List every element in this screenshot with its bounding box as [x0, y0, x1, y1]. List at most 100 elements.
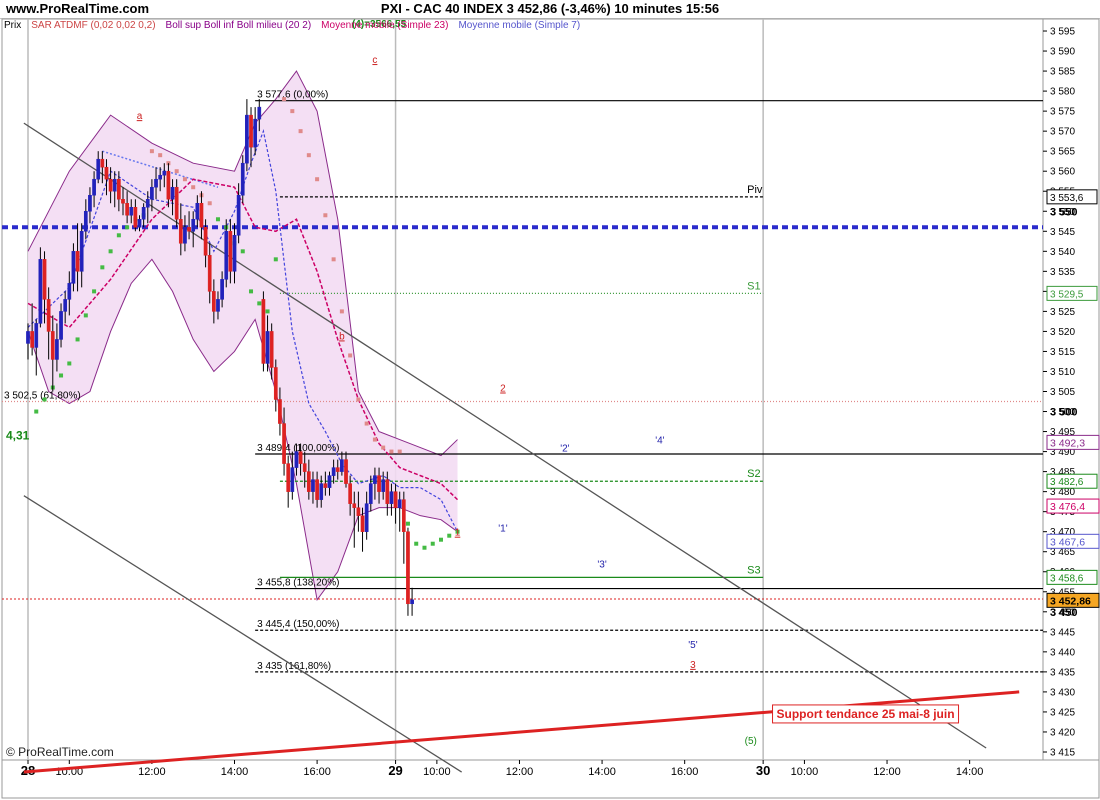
candle-body — [306, 471, 311, 492]
wave-label: c — [372, 55, 377, 66]
y-tick-label: 3 510 — [1050, 367, 1075, 378]
sar-dot — [265, 309, 270, 314]
y-tick-label: 3 545 — [1050, 227, 1075, 238]
y-tick-label-major: 3 500 — [1050, 407, 1078, 419]
candle-body — [108, 178, 113, 192]
candle-body — [195, 202, 200, 220]
candle-body — [125, 202, 129, 216]
candle-body — [360, 515, 365, 532]
candle-body — [265, 331, 270, 364]
candle-body — [187, 227, 191, 232]
candle-body — [397, 499, 402, 508]
level-label: 3 445,4 (150,00%) — [257, 619, 339, 630]
candle-body — [129, 207, 134, 216]
candle-body — [401, 499, 406, 532]
x-tick-label: 14:00 — [588, 766, 616, 778]
sar-dot — [348, 353, 353, 358]
candle-body — [162, 170, 167, 176]
candle-body — [216, 299, 220, 312]
sar-dot — [389, 449, 394, 454]
candle-body — [207, 255, 212, 292]
candle-body — [323, 483, 328, 488]
price-box-text: 3 553,6 — [1050, 193, 1084, 204]
candle-body — [406, 531, 410, 605]
sar-dot — [372, 437, 377, 442]
candle-body — [298, 451, 303, 464]
sar-dot — [182, 177, 187, 182]
candle-body — [335, 467, 340, 472]
sar-dot — [339, 309, 344, 314]
sar-dot — [83, 313, 88, 318]
sar-dot — [116, 233, 121, 238]
y-tick-label: 3 575 — [1050, 107, 1075, 118]
sar-dot — [42, 397, 47, 402]
candle-body — [311, 479, 315, 492]
price-chart[interactable]: 3 415 3 420 3 425 3 430 3 435 3 440 3 445 3 450… — [0, 0, 1100, 800]
candle-body — [71, 251, 76, 284]
y-tick-label: 3 525 — [1050, 307, 1075, 318]
pivot-label: Piv — [747, 184, 763, 196]
candle-body — [352, 503, 357, 508]
sar-dot — [249, 289, 254, 294]
candle-body — [100, 158, 105, 168]
sar-dot — [282, 97, 287, 102]
candle-body — [92, 178, 96, 196]
sar-dot — [405, 521, 410, 526]
candle-body — [145, 198, 150, 208]
y-tick-label: 3 535 — [1050, 267, 1075, 278]
candle-body — [79, 231, 84, 272]
y-tick-label: 3 445 — [1050, 627, 1075, 638]
x-tick-label: 10:00 — [423, 766, 451, 778]
sar-dot — [331, 257, 336, 262]
y-tick-label: 3 520 — [1050, 327, 1075, 338]
candle-body — [356, 507, 361, 516]
sar-dot — [273, 257, 278, 262]
y-tick-label: 3 565 — [1050, 147, 1075, 158]
pivot-label: S2 — [747, 468, 760, 480]
candle-body — [55, 339, 59, 360]
candle-body — [373, 475, 377, 484]
candle-body — [50, 331, 55, 360]
y-tick-label: 3 590 — [1050, 47, 1075, 58]
candle-body — [158, 174, 163, 180]
x-tick-label: 14:00 — [956, 766, 984, 778]
y-tick-label: 3 415 — [1050, 747, 1075, 758]
candle-body — [38, 259, 43, 324]
wave-label: 1 — [455, 528, 461, 539]
sar-dot — [397, 449, 402, 454]
y-tick-label-major: 3 550 — [1050, 206, 1078, 218]
x-tick-label: 14:00 — [221, 766, 249, 778]
wave-label: b — [339, 331, 345, 342]
x-tick-label: 29 — [388, 763, 402, 778]
x-tick-label: 12:00 — [873, 766, 901, 778]
sar-dot — [92, 289, 97, 294]
price-box-text: 3 482,6 — [1050, 477, 1084, 488]
y-tick-label: 3 435 — [1050, 667, 1075, 678]
candle-body — [340, 459, 344, 472]
candle-body — [88, 194, 92, 212]
wave-label: '5' — [688, 640, 697, 651]
candle-body — [344, 459, 348, 484]
pivot-label: S3 — [747, 564, 760, 576]
price-box-text: 3 467,6 — [1050, 536, 1085, 548]
chart-legend: Prix SAR ATDMF (0,02 0,02 0,2) Boll sup Bo… — [4, 20, 590, 31]
candle-body — [236, 194, 241, 236]
candle-body — [240, 162, 245, 196]
y-tick-label: 3 570 — [1050, 127, 1075, 138]
candle-body — [34, 323, 39, 348]
candle-body — [170, 186, 175, 200]
side-value-label: 4,31 — [6, 429, 30, 443]
candle-body — [46, 299, 51, 332]
y-tick-label: 3 515 — [1050, 347, 1075, 358]
level-label: 3 502,5 (61,80%) — [4, 391, 81, 402]
candle-body — [278, 399, 282, 424]
candle-body — [245, 114, 249, 164]
candle-body — [410, 599, 414, 605]
candle-body — [228, 231, 233, 272]
candle-body — [154, 178, 158, 188]
price-box-text: 3 476,4 — [1050, 501, 1085, 513]
candle-body — [26, 331, 30, 344]
sar-dot — [306, 153, 311, 158]
candle-body — [302, 463, 307, 472]
candle-body — [178, 219, 183, 244]
